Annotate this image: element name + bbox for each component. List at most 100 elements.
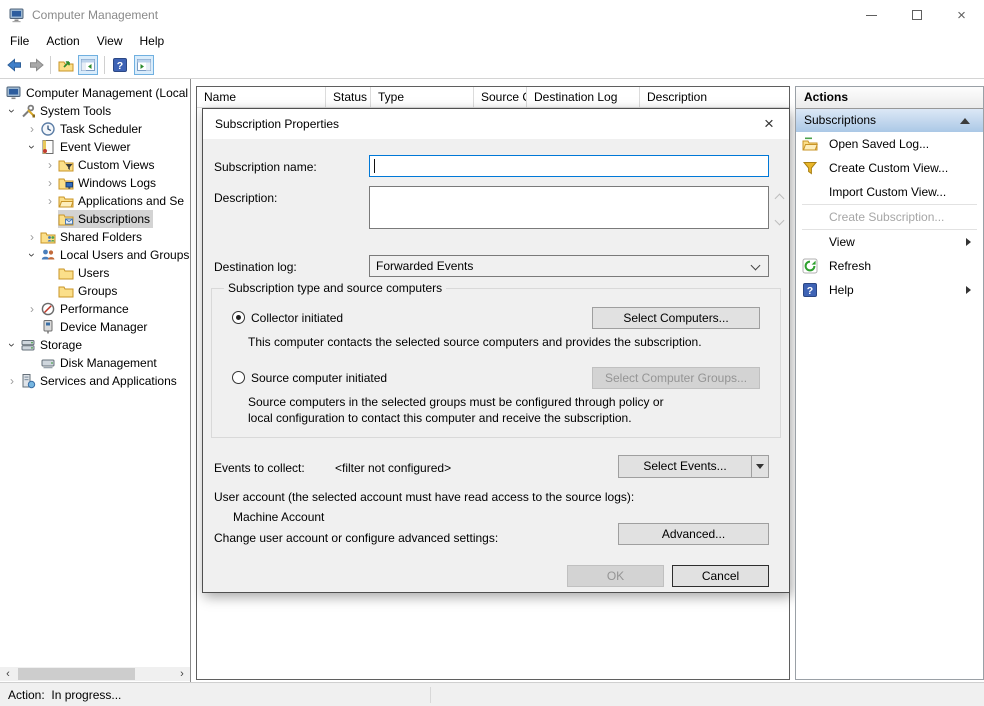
tree-item-users[interactable]: › Users <box>0 264 190 282</box>
events-filter-value: <filter not configured> <box>335 461 451 475</box>
chevron-collapsed-icon[interactable]: › <box>42 194 58 208</box>
ok-button[interactable]: OK <box>567 565 664 587</box>
tree-item-local-users-and-groups[interactable]: › Local Users and Groups <box>0 246 190 264</box>
select-events-split-button: Select Events... <box>618 455 769 478</box>
action-open-saved-log[interactable]: Open Saved Log... <box>796 132 983 156</box>
system-tools-icon <box>20 103 36 119</box>
menu-help[interactable]: Help <box>140 34 165 48</box>
collector-description: This computer contacts the selected sour… <box>248 335 702 349</box>
menu-bar: File Action View Help <box>0 30 984 52</box>
collector-initiated-label[interactable]: Collector initiated <box>251 311 343 325</box>
menu-file[interactable]: File <box>10 34 29 48</box>
chevron-expanded-icon[interactable]: › <box>25 247 39 263</box>
maximize-button[interactable] <box>894 0 939 30</box>
scrollbar-thumb[interactable] <box>18 668 135 680</box>
tree-item-event-viewer[interactable]: › Event Viewer <box>0 138 190 156</box>
collapse-arrow-icon[interactable] <box>960 118 970 124</box>
scroll-down-icon[interactable] <box>775 216 785 226</box>
scroll-left-arrow-icon[interactable]: ‹ <box>0 667 16 681</box>
status-bar-divider <box>430 687 431 703</box>
column-header-description[interactable]: Description <box>640 87 789 108</box>
menu-action[interactable]: Action <box>46 34 79 48</box>
menu-view[interactable]: View <box>97 34 123 48</box>
show-action-pane-button[interactable] <box>134 55 154 75</box>
forward-button[interactable] <box>27 55 47 75</box>
tree-item-performance[interactable]: › Performance <box>0 300 190 318</box>
local-users-groups-icon <box>40 247 56 263</box>
close-button[interactable]: × <box>939 0 984 30</box>
chevron-collapsed-icon[interactable]: › <box>24 302 40 316</box>
chevron-collapsed-icon[interactable]: › <box>4 374 20 388</box>
column-header-type[interactable]: Type <box>371 87 474 108</box>
subscriptions-folder-icon <box>58 211 74 227</box>
select-events-dropdown-button[interactable] <box>752 455 769 478</box>
back-button[interactable] <box>4 55 24 75</box>
dialog-close-button[interactable]: × <box>759 114 779 134</box>
column-header-name[interactable]: Name <box>197 87 326 108</box>
tree-item-services-and-applications[interactable]: › Services and Applications <box>0 372 190 390</box>
shared-folders-icon <box>40 229 56 245</box>
description-input[interactable] <box>369 186 769 229</box>
select-computers-button[interactable]: Select Computers... <box>592 307 760 329</box>
submenu-arrow-icon <box>966 286 971 294</box>
tree-item-custom-views[interactable]: › Custom Views <box>0 156 190 174</box>
custom-views-folder-icon <box>58 157 74 173</box>
results-pane: Name Status Type Source Co... Destinatio… <box>196 86 790 680</box>
chevron-collapsed-icon[interactable]: › <box>24 230 40 244</box>
minimize-button[interactable] <box>849 0 894 30</box>
action-import-custom-view[interactable]: Import Custom View... <box>796 180 983 204</box>
storage-icon <box>20 337 36 353</box>
advanced-button[interactable]: Advanced... <box>618 523 769 545</box>
actions-pane: Actions Subscriptions Open Saved Log... … <box>795 86 984 680</box>
tree-item-groups[interactable]: › Groups <box>0 282 190 300</box>
description-label: Description: <box>214 191 277 205</box>
column-header-destination-log[interactable]: Destination Log <box>527 87 640 108</box>
subscription-name-input[interactable] <box>369 155 769 177</box>
tree-horizontal-scrollbar[interactable]: ‹ › <box>0 667 190 681</box>
chevron-expanded-icon[interactable]: › <box>25 139 39 155</box>
tree-item-storage[interactable]: › Storage <box>0 336 190 354</box>
cancel-button[interactable]: Cancel <box>672 565 769 587</box>
action-create-subscription[interactable]: Create Subscription... <box>796 205 983 229</box>
tree-item-subscriptions[interactable]: › Subscriptions <box>0 210 190 228</box>
tree-item-applications-and-services[interactable]: › Applications and Se <box>0 192 190 210</box>
help-icon: ? <box>112 57 128 73</box>
caption-buttons: × <box>849 0 984 30</box>
column-header-status[interactable]: Status <box>326 87 371 108</box>
export-list-button[interactable] <box>56 55 76 75</box>
action-label: Open Saved Log... <box>829 137 929 151</box>
action-help[interactable]: ? Help <box>796 278 983 302</box>
select-events-button[interactable]: Select Events... <box>618 455 752 478</box>
scroll-up-icon[interactable] <box>775 194 785 204</box>
chevron-expanded-icon[interactable]: › <box>5 103 19 119</box>
action-create-custom-view[interactable]: Create Custom View... <box>796 156 983 180</box>
action-refresh[interactable]: Refresh <box>796 254 983 278</box>
list-header: Name Status Type Source Co... Destinatio… <box>197 87 789 108</box>
source-computer-initiated-label[interactable]: Source computer initiated <box>251 371 387 385</box>
tree-item-windows-logs[interactable]: › Windows Logs <box>0 174 190 192</box>
action-label: Import Custom View... <box>829 185 946 199</box>
tree-item-device-manager[interactable]: › Device Manager <box>0 318 190 336</box>
tree-item-shared-folders[interactable]: › Shared Folders <box>0 228 190 246</box>
scroll-right-arrow-icon[interactable]: › <box>174 667 190 681</box>
folder-icon <box>58 283 74 299</box>
tree-item-computer-management[interactable]: Computer Management (Local <box>0 84 190 102</box>
tree-item-system-tools[interactable]: › System Tools <box>0 102 190 120</box>
action-view[interactable]: View <box>796 230 983 254</box>
show-console-tree-button[interactable] <box>78 55 98 75</box>
select-computer-groups-button[interactable]: Select Computer Groups... <box>592 367 760 389</box>
column-header-source-computers[interactable]: Source Co... <box>474 87 527 108</box>
source-computer-initiated-radio[interactable] <box>232 371 245 384</box>
chevron-collapsed-icon[interactable]: › <box>42 158 58 172</box>
action-group-title: Subscriptions <box>804 113 876 127</box>
chevron-collapsed-icon[interactable]: › <box>24 122 40 136</box>
collector-initiated-radio[interactable] <box>232 311 245 324</box>
chevron-expanded-icon[interactable]: › <box>5 337 19 353</box>
selected-row-highlight: Subscriptions <box>58 210 153 228</box>
subscriptions-action-group-header[interactable]: Subscriptions <box>796 109 983 132</box>
help-button[interactable]: ? <box>110 55 130 75</box>
tree-item-disk-management[interactable]: › Disk Management <box>0 354 190 372</box>
destination-log-select[interactable]: Forwarded Events <box>369 255 769 277</box>
chevron-collapsed-icon[interactable]: › <box>42 176 58 190</box>
tree-item-task-scheduler[interactable]: › Task Scheduler <box>0 120 190 138</box>
